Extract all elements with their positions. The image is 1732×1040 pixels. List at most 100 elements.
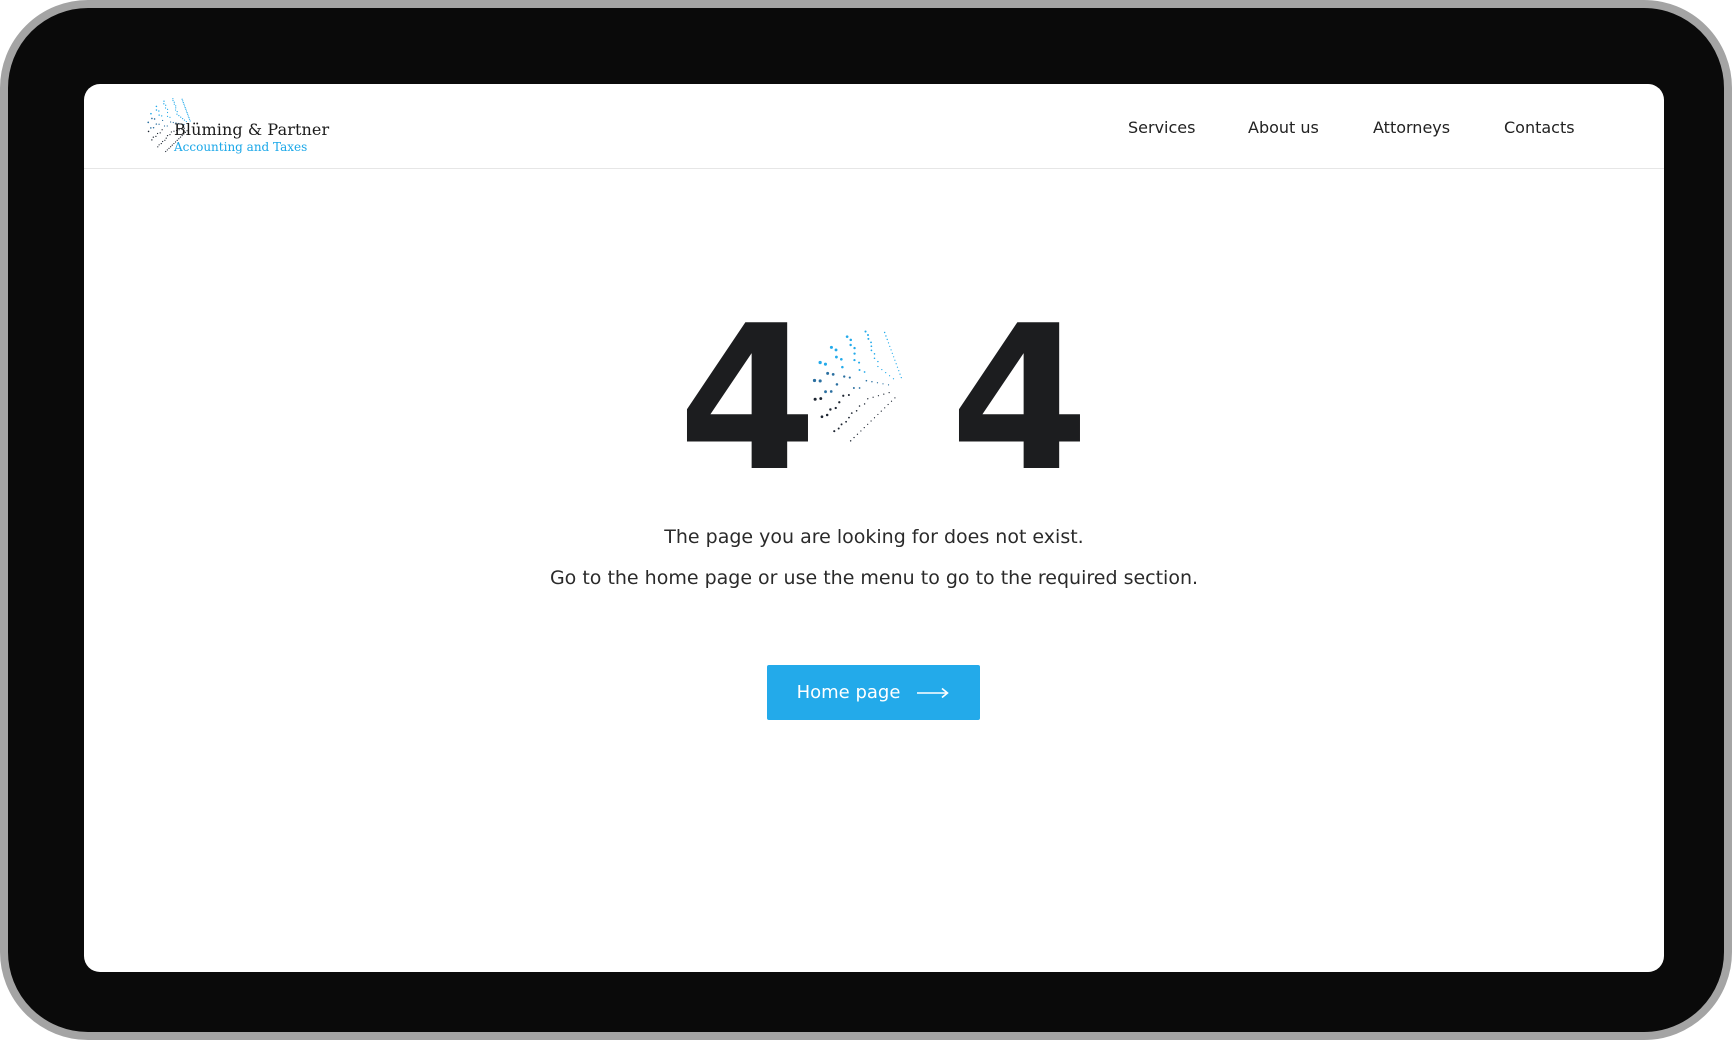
- globe-dot: [877, 413, 879, 416]
- error-message-primary: The page you are looking for does not ex…: [664, 526, 1084, 548]
- globe-dot: [156, 132, 159, 135]
- globe-dot: [870, 349, 873, 352]
- error-code-digit-left: 4: [678, 283, 818, 516]
- nav-item-services[interactable]: Services: [1128, 118, 1195, 137]
- globe-dot: [166, 108, 169, 110]
- globe-dot: [818, 360, 822, 365]
- globe-dot: [890, 400, 893, 402]
- globe-dot: [853, 358, 856, 362]
- globe-dot: [185, 110, 188, 112]
- globe-dot: [180, 116, 182, 118]
- globe-dot: [170, 146, 172, 148]
- globe-dot: [166, 135, 169, 137]
- globe-dot: [858, 369, 861, 372]
- globe-dot: [853, 346, 856, 350]
- globe-dot: [188, 117, 190, 119]
- globe-dot: [858, 405, 861, 407]
- globe-dot: [855, 410, 858, 412]
- globe-dot: [158, 114, 160, 116]
- globe-dot: [885, 335, 887, 337]
- nav-item-attorneys[interactable]: Attorneys: [1373, 118, 1450, 137]
- nav-item-contacts[interactable]: Contacts: [1504, 118, 1575, 137]
- globe-dot: [876, 382, 879, 384]
- globe-dot: [825, 413, 829, 417]
- globe-dot: [883, 331, 886, 334]
- home-page-button[interactable]: Home page: [767, 665, 980, 720]
- globe-dot: [173, 101, 175, 103]
- globe-dot: [843, 375, 846, 378]
- globe-dot: [894, 359, 896, 361]
- long-arrow-right-icon: [917, 687, 950, 698]
- globe-dot: [840, 423, 843, 426]
- globe-dot: [823, 362, 827, 366]
- globe-dot: [835, 383, 839, 386]
- globe-dot: [848, 376, 851, 379]
- nav-item-about-us[interactable]: About us: [1248, 118, 1319, 137]
- globe-dot: [881, 368, 883, 371]
- globe-dot: [848, 416, 850, 419]
- globe-dot: [860, 430, 862, 432]
- globe-dot: [184, 106, 186, 109]
- globe-dot: [183, 103, 185, 105]
- globe-dot: [896, 366, 899, 368]
- browser-viewport: Blüming & Partner Accounting and Taxes S…: [84, 84, 1664, 972]
- globe-dot: [873, 357, 876, 360]
- globe-dot: [858, 361, 861, 364]
- globe-dot: [887, 342, 890, 344]
- globe-dot: [152, 136, 155, 138]
- globe-dot: [150, 112, 152, 115]
- globe-dot: [169, 134, 171, 136]
- globe-dot: [166, 149, 168, 151]
- site-header: Blüming & Partner Accounting and Taxes S…: [84, 84, 1664, 169]
- globe-dot: [837, 427, 840, 430]
- globe-dot: [877, 395, 880, 397]
- globe-dot: [163, 100, 165, 102]
- globe-dot: [845, 335, 849, 338]
- globe-dot: [858, 387, 861, 389]
- globe-dot: [880, 410, 882, 412]
- globe-dot: [847, 394, 850, 397]
- globe-dot: [863, 403, 866, 405]
- home-page-button-label: Home page: [796, 682, 901, 703]
- globe-dot: [867, 337, 870, 340]
- globe-dot: [899, 373, 901, 375]
- globe-dot: [178, 115, 180, 117]
- globe-dot: [155, 105, 158, 108]
- globe-dot: [165, 137, 167, 139]
- globe-dot: [849, 343, 852, 347]
- globe-dot: [169, 116, 171, 118]
- globe-dot: [158, 144, 160, 146]
- globe-dot: [867, 334, 870, 337]
- globe-dot: [153, 118, 156, 120]
- globe-dot: [890, 349, 892, 351]
- globe-dot: [863, 427, 865, 429]
- globe-dot: [163, 103, 165, 105]
- globe-dot: [891, 352, 893, 354]
- globe-dot: [182, 100, 184, 102]
- globe-dot: [893, 356, 895, 358]
- globe-dot: [877, 360, 879, 363]
- globe-dot: [849, 338, 852, 342]
- globe-dot: [884, 407, 886, 409]
- globe-dot: [182, 101, 184, 104]
- globe-dot: [170, 121, 172, 123]
- globe-dot: [889, 345, 891, 347]
- globe-dot: [870, 341, 872, 344]
- globe-dot: [182, 117, 184, 120]
- globe-dot: [175, 107, 177, 109]
- globe-dot: [829, 390, 833, 393]
- globe-dot: [864, 330, 867, 333]
- globe-dot: [863, 371, 866, 373]
- globe-dot: [161, 115, 163, 117]
- site-logo[interactable]: Blüming & Partner Accounting and Taxes: [142, 90, 332, 160]
- globe-dot: [175, 105, 177, 107]
- globe-dot: [835, 355, 838, 359]
- globe-dot: [853, 436, 855, 439]
- globe-dot: [813, 397, 817, 401]
- globe-dot: [172, 98, 174, 100]
- globe-dot: [151, 139, 153, 141]
- globe-dot: [187, 113, 189, 115]
- globe-dot: [170, 131, 172, 133]
- globe-dot: [867, 423, 869, 425]
- globe-dot: [841, 365, 844, 369]
